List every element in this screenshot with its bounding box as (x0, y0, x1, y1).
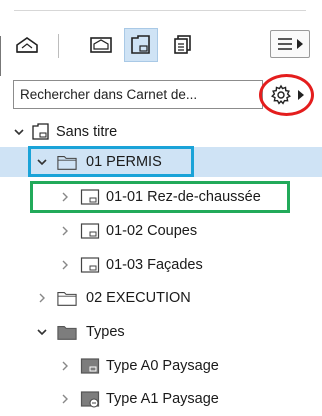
view-map-button[interactable] (84, 28, 118, 62)
tree-row-folder[interactable]: 02 EXECUTION (0, 283, 322, 313)
tree-row-root[interactable]: Sans titre (0, 117, 322, 147)
tree-row-master[interactable]: Type A1 Paysage (0, 384, 322, 414)
publisher-sets-button[interactable] (166, 28, 200, 62)
chevron-right-icon[interactable] (37, 293, 47, 303)
publisher-sets-icon (174, 35, 191, 54)
annotation-circle-red (259, 74, 314, 116)
tree-label: 02 EXECUTION (86, 290, 191, 306)
tree-row-folder[interactable]: Types (0, 317, 322, 347)
tree-label: Types (86, 324, 125, 340)
annotation-box-blue (28, 146, 194, 177)
layout-book-button[interactable] (124, 28, 158, 62)
master-layout-icon (80, 358, 100, 374)
layout-icon (80, 223, 100, 239)
folder-icon (57, 292, 77, 306)
tree-label: 01-02 Coupes (106, 223, 198, 239)
tree-label: Sans titre (56, 124, 118, 140)
navigator-panel: Rechercher dans Carnet de... Sans titre (0, 0, 322, 416)
menu-icon (278, 38, 292, 50)
panel-menu-button[interactable] (270, 30, 310, 58)
tree-label: Type A1 Paysage (106, 391, 219, 407)
chevron-right-icon (297, 39, 303, 49)
chevron-down-icon[interactable] (14, 127, 24, 137)
toolbar-separator (58, 34, 59, 58)
project-map-icon (16, 37, 38, 53)
master-folder-icon (57, 326, 77, 340)
navigator-toolbar (0, 14, 322, 64)
chevron-right-icon[interactable] (60, 361, 70, 371)
tree-row-layout[interactable]: 01-02 Coupes (0, 216, 322, 246)
project-map-button[interactable] (10, 28, 44, 62)
tree-label: Type A0 Paysage (106, 358, 219, 374)
annotation-box-green (30, 181, 290, 213)
search-placeholder: Rechercher dans Carnet de... (20, 87, 198, 102)
view-map-icon (90, 37, 112, 53)
chevron-down-icon[interactable] (37, 327, 47, 337)
layout-icon (80, 257, 100, 273)
tree-row-layout[interactable]: 01-03 Façades (0, 250, 322, 280)
layout-book-icon (131, 35, 150, 54)
tree-label: 01-03 Façades (106, 257, 203, 273)
chevron-right-icon[interactable] (60, 260, 70, 270)
chevron-right-icon[interactable] (60, 394, 70, 404)
search-input[interactable]: Rechercher dans Carnet de... (13, 80, 263, 109)
chevron-right-icon[interactable] (60, 226, 70, 236)
top-divider (14, 10, 306, 11)
tree-row-master[interactable]: Type A0 Paysage (0, 351, 322, 381)
layout-book-icon (32, 123, 49, 140)
master-layout-linked-icon (80, 391, 100, 408)
